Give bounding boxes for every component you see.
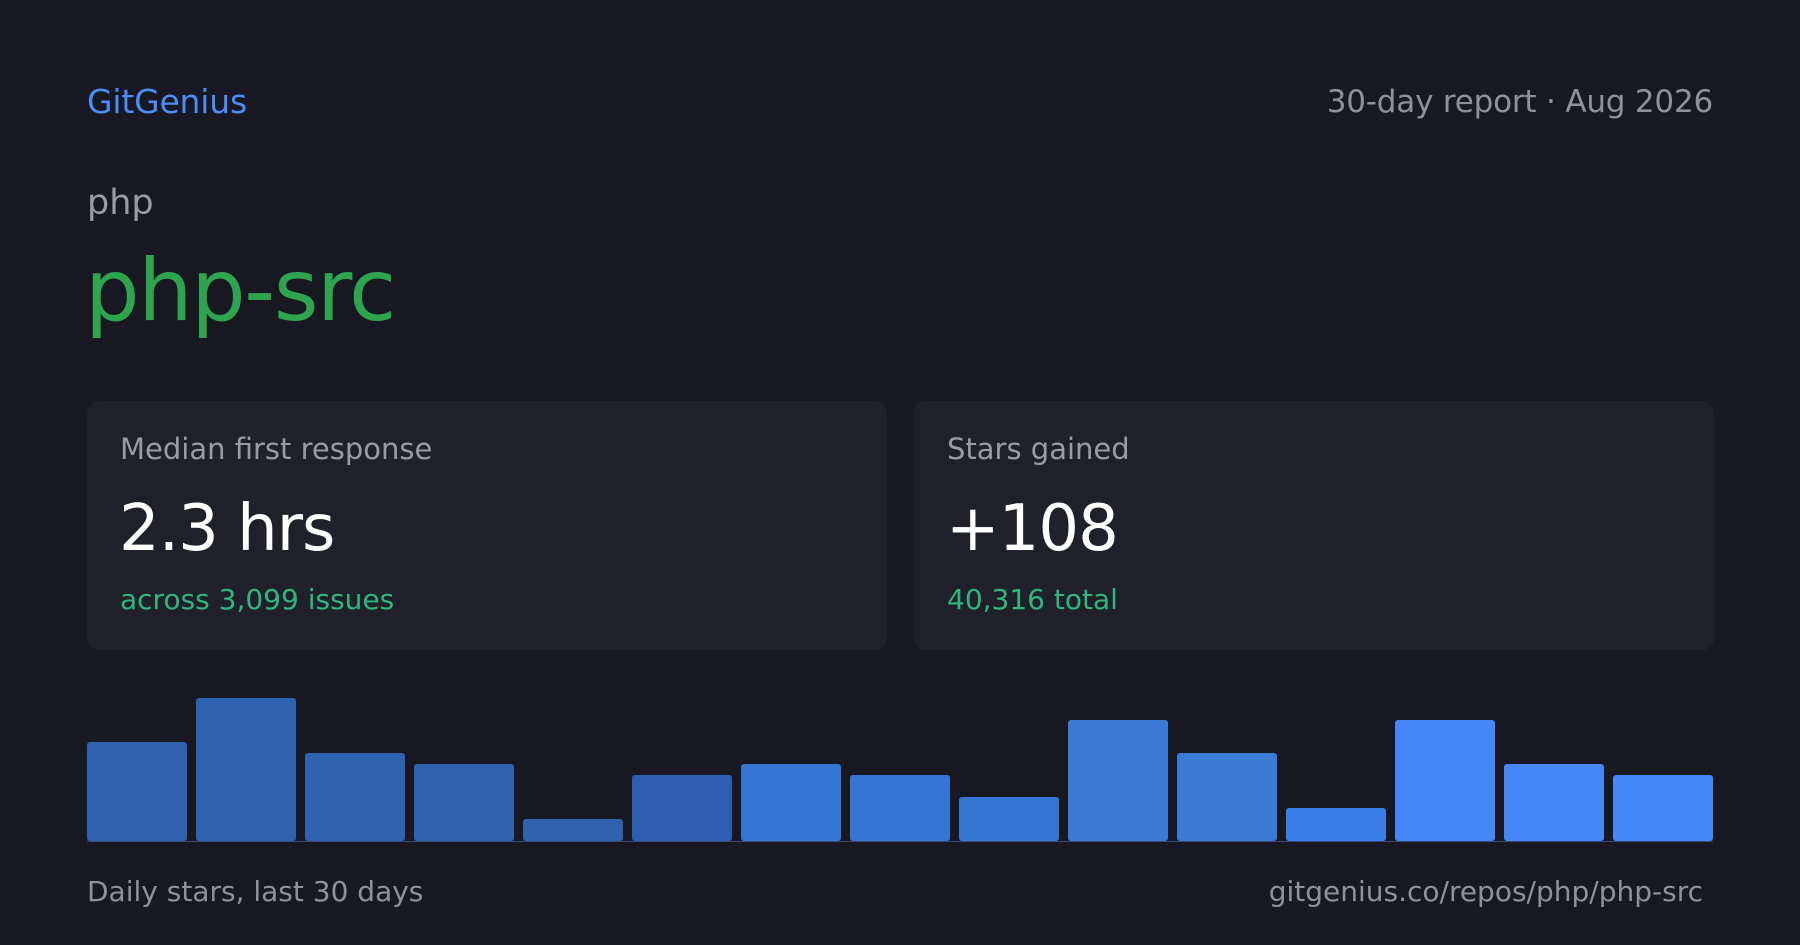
median-response-subtext: across 3,099 issues: [120, 583, 395, 616]
daily-stars-bars: [87, 698, 1713, 842]
header: GitGenius 30-day report · Aug 2026: [87, 78, 1713, 126]
chart-bar-5: [523, 819, 623, 841]
median-response-label: Median first response: [120, 432, 433, 466]
chart-bar-6: [632, 775, 732, 841]
stars-total: 40,316 total: [947, 583, 1118, 616]
daily-stars-chart: [87, 690, 1713, 844]
chart-bar-12: [1286, 808, 1386, 841]
chart-bar-3: [305, 753, 405, 841]
brand-logo[interactable]: GitGenius: [87, 78, 247, 126]
stars-gained-card: Stars gained +108 40,316 total: [914, 401, 1714, 650]
chart-bar-11: [1177, 753, 1277, 841]
chart-bar-2: [196, 698, 296, 841]
chart-bar-15: [1613, 775, 1713, 841]
repo-owner: php: [87, 183, 154, 223]
chart-bar-1: [87, 742, 187, 841]
stars-gained-label: Stars gained: [947, 432, 1130, 466]
repo-name: php-src: [85, 241, 396, 341]
chart-bar-8: [850, 775, 950, 841]
stars-gained-value: +108: [946, 492, 1119, 566]
median-response-value: 2.3 hrs: [119, 492, 335, 566]
repo-url-link[interactable]: gitgenius.co/repos/php/php-src: [1269, 870, 1703, 914]
chart-bar-9: [959, 797, 1059, 841]
median-response-card: Median first response 2.3 hrs across 3,0…: [87, 401, 887, 650]
chart-bar-4: [414, 764, 514, 841]
report-period: 30-day report · Aug 2026: [1326, 84, 1713, 120]
chart-caption: Daily stars, last 30 days: [87, 875, 424, 908]
chart-bar-7: [741, 764, 841, 841]
report-card: GitGenius 30-day report · Aug 2026 php p…: [85, 0, 1714, 945]
chart-bar-10: [1068, 720, 1168, 841]
chart-bar-14: [1504, 764, 1604, 841]
chart-bar-13: [1395, 720, 1495, 841]
